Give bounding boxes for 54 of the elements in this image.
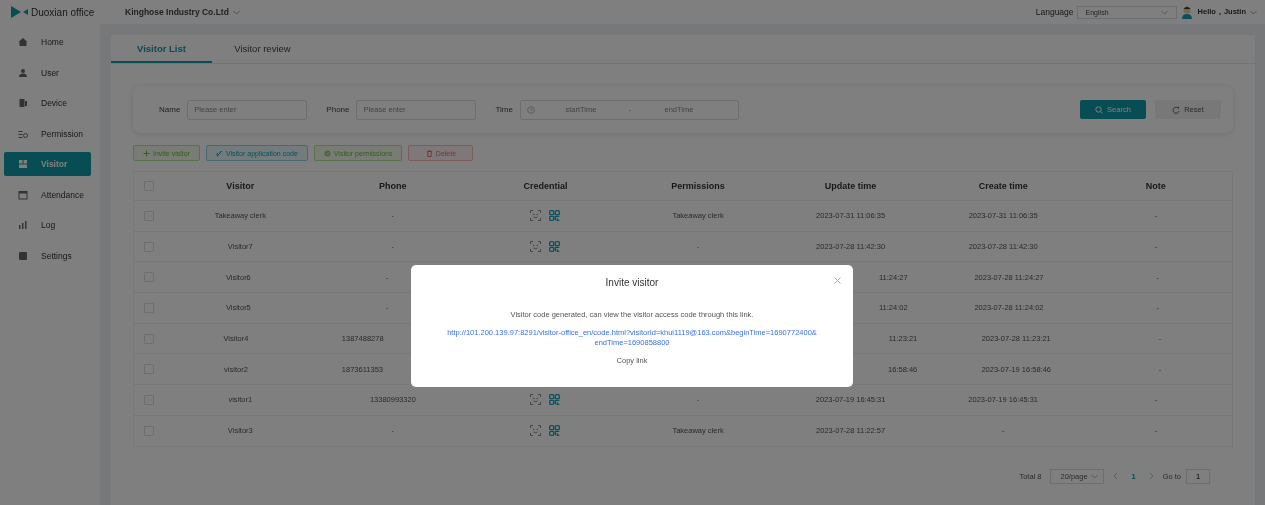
clock-icon (526, 105, 535, 114)
gear-icon (323, 149, 331, 157)
previous-page-icon[interactable] (1113, 472, 1119, 480)
name-label: Name (159, 105, 181, 114)
column-header: Phone (378, 181, 408, 191)
qr-code-icon[interactable] (549, 394, 561, 406)
plus-icon (143, 149, 150, 157)
search-icon (1095, 105, 1104, 114)
column-header: Note (1144, 181, 1167, 191)
sidebar-item[interactable]: User (4, 60, 91, 85)
qr-code-icon[interactable] (549, 241, 561, 253)
column-header: Update time (823, 181, 878, 191)
app-name: Duoxian office (31, 6, 95, 18)
face-scan-icon[interactable] (530, 425, 542, 437)
logo-icon (10, 5, 30, 19)
tab[interactable]: Visitor List (111, 35, 212, 63)
tab[interactable]: Visitor review (212, 35, 313, 63)
sidebar-item[interactable]: Settings (4, 243, 91, 268)
caret-icon (1250, 9, 1257, 15)
device-icon (18, 98, 28, 108)
sidebar-item[interactable]: Home (4, 30, 91, 54)
language-label: Language (1035, 7, 1074, 17)
face-scan-icon[interactable] (530, 241, 542, 253)
avatar-icon[interactable] (1180, 5, 1193, 19)
next-page-icon[interactable] (1148, 472, 1154, 480)
calendar-icon (18, 189, 28, 200)
trash-icon (425, 149, 433, 157)
sidebar-item[interactable]: Permission (4, 121, 91, 146)
column-header: Visitor (225, 181, 256, 191)
column-header: Create time (977, 181, 1029, 191)
phone-label: Phone (326, 105, 350, 114)
sidebar-item[interactable]: Visitor (4, 152, 91, 176)
caret-icon (1160, 9, 1168, 15)
sidebar-item[interactable]: Attendance (4, 182, 91, 207)
face-scan-icon[interactable] (530, 394, 542, 406)
qr-code-icon[interactable] (549, 210, 561, 222)
log-icon (18, 220, 28, 230)
dialog-title: Invite visitor (605, 277, 659, 288)
sidebar-item[interactable]: Device (4, 91, 91, 115)
face-scan-icon[interactable] (530, 210, 542, 222)
caret-icon (232, 9, 240, 15)
column-header: Permissions (670, 181, 726, 191)
close-icon[interactable] (834, 277, 841, 284)
visitor-icon (18, 159, 28, 169)
permission-icon (18, 128, 28, 139)
caret-icon (1091, 473, 1099, 479)
column-header: Credential (522, 181, 569, 191)
time-label: Time (495, 105, 513, 114)
company-selector[interactable]: Kinghose Industry Co.Ltd (125, 7, 240, 17)
home-icon (18, 37, 28, 47)
user-icon (18, 67, 28, 78)
qr-code-icon[interactable] (549, 425, 561, 437)
refresh-icon (1172, 105, 1181, 114)
sidebar-item[interactable]: Log (4, 213, 91, 237)
